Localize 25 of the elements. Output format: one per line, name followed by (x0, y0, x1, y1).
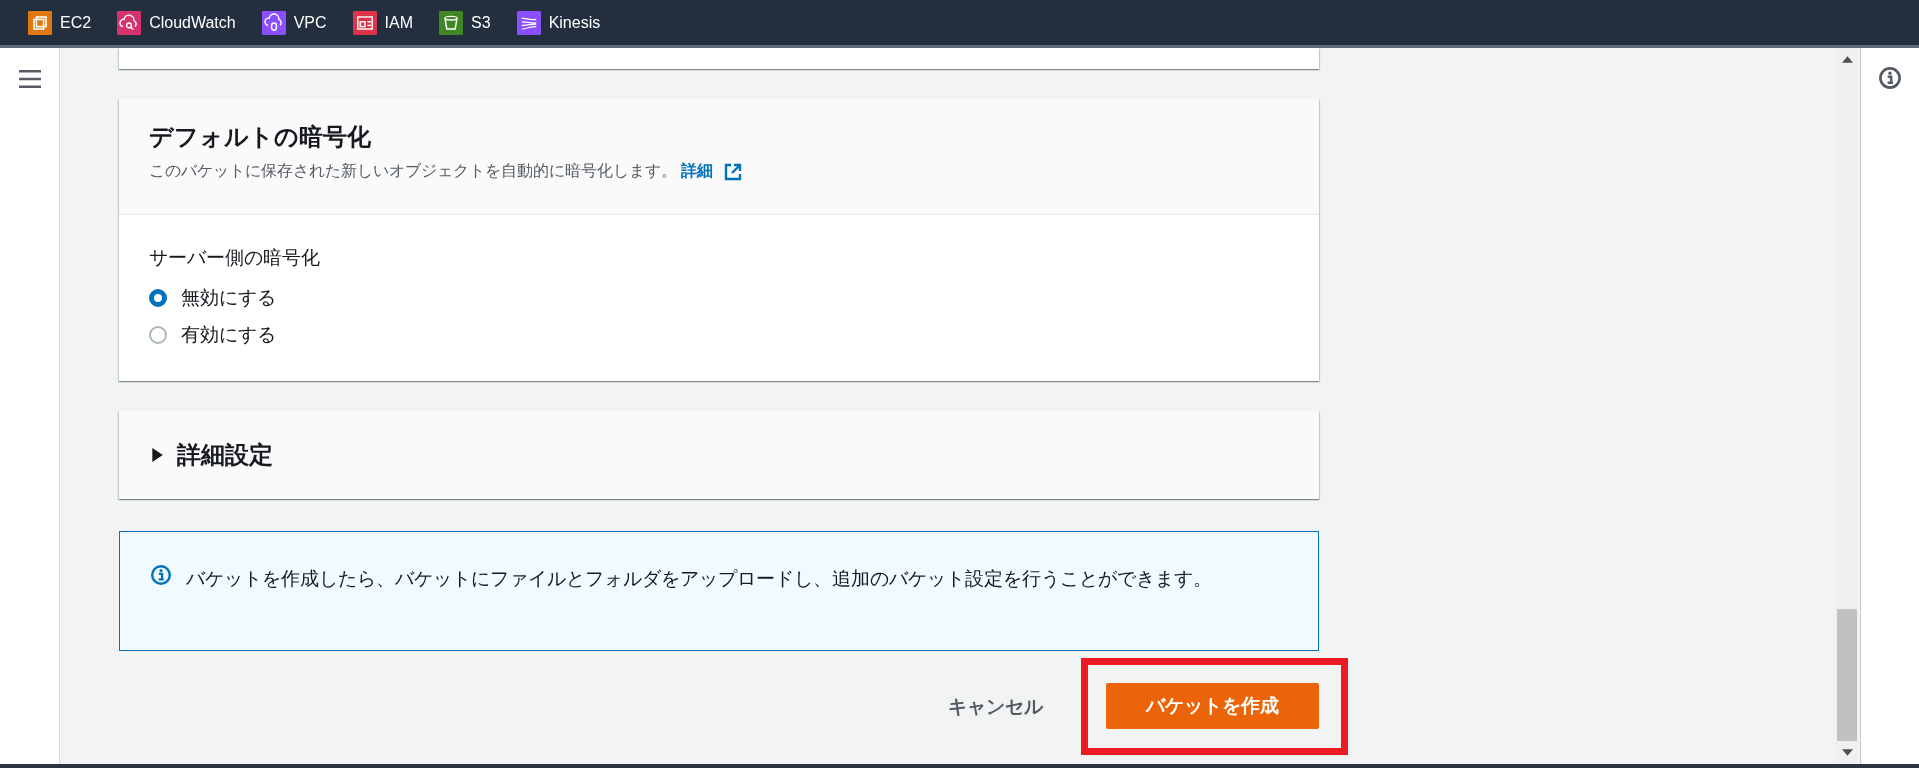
scrollbar-thumb[interactable] (1837, 609, 1857, 741)
scroll-up-icon[interactable] (1841, 56, 1853, 63)
scroll-down-icon[interactable] (1841, 749, 1853, 756)
info-icon (150, 564, 172, 586)
service-shortcut[interactable]: Kinesis (516, 10, 601, 35)
radio-button[interactable] (149, 288, 167, 307)
radio-button[interactable] (149, 325, 167, 344)
info-message: バケットを作成したら、バケットにファイルとフォルダをアップロードし、追加のバケット設定を行うことができます。 (186, 566, 1212, 591)
service-shortcut[interactable]: EC2 (28, 10, 92, 35)
service-shortcut[interactable]: CloudWatch (117, 10, 236, 35)
section-title: 詳細設定 (177, 440, 273, 471)
details-link[interactable]: 詳細 (681, 161, 713, 182)
field-label: サーバー側の暗号化 (149, 245, 321, 270)
section-description: このバケットに保存された新しいオブジェクトを自動的に暗号化します。 (149, 161, 677, 182)
radio-option[interactable]: 有効にする (149, 316, 1289, 353)
radio-option[interactable]: 無効にする (149, 279, 1289, 316)
menu-icon[interactable] (18, 70, 41, 88)
expandable-section[interactable]: 詳細設定 (119, 411, 1319, 499)
info-icon[interactable] (1878, 66, 1902, 90)
service-shortcut[interactable]: IAM (352, 10, 414, 35)
external-link-icon[interactable] (723, 161, 743, 182)
cancel-button[interactable]: キャンセル (928, 693, 1063, 720)
service-shortcut[interactable]: VPC (261, 10, 327, 35)
section-title: デフォルトの暗号化 (149, 122, 372, 153)
service-shortcut[interactable]: S3 (439, 10, 491, 35)
